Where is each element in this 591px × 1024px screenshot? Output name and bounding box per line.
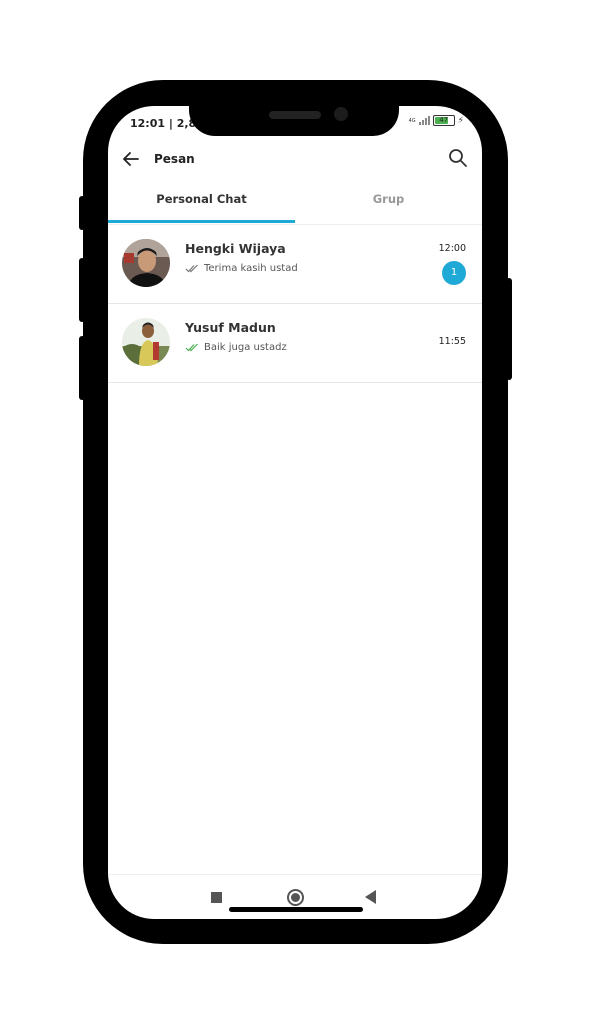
avatar (122, 318, 170, 366)
tab-personal-chat[interactable]: Personal Chat (108, 186, 295, 222)
last-message: Terima kasih ustad (185, 263, 298, 274)
tab-grup[interactable]: Grup (295, 186, 482, 222)
search-icon[interactable] (448, 148, 468, 168)
unread-badge: 1 (442, 261, 466, 285)
message-time: 12:00 (438, 243, 466, 254)
back-arrow-icon[interactable] (122, 150, 140, 168)
double-check-icon (185, 343, 198, 352)
chat-list-item[interactable]: Hengki Wijaya Terima kasih ustad 12:00 1 (108, 225, 482, 304)
chat-list-item[interactable]: Yusuf Madun Baik juga ustadz 11:55 (108, 304, 482, 383)
contact-name: Yusuf Madun (185, 320, 276, 335)
last-message-text: Baik juga ustadz (204, 342, 287, 353)
back-icon[interactable] (365, 890, 376, 904)
signal-icon (418, 116, 430, 125)
contact-name: Hengki Wijaya (185, 241, 286, 256)
phone-notch (189, 100, 399, 136)
speaker-grille (269, 111, 321, 119)
last-message: Baik juga ustadz (185, 342, 287, 353)
navigation-bar (108, 874, 482, 919)
side-button-volume-down (79, 336, 85, 400)
side-button-top (79, 196, 85, 230)
active-tab-indicator (108, 220, 295, 223)
tab-bar: Personal Chat Grup (108, 186, 482, 225)
home-icon[interactable] (287, 889, 304, 906)
side-button-volume-up (79, 258, 85, 322)
page-title: Pesan (154, 152, 195, 166)
recent-apps-icon[interactable] (211, 892, 222, 903)
double-check-icon (185, 264, 198, 273)
last-message-text: Terima kasih ustad (204, 263, 298, 274)
home-indicator[interactable] (229, 907, 363, 912)
status-icons: 4G 47 ⚡ (409, 115, 464, 126)
avatar (122, 239, 170, 287)
battery-icon: 47 (432, 115, 455, 126)
side-button-power (506, 278, 512, 380)
network-type: 4G (408, 117, 416, 124)
phone-screen: 12:01 | 2,8K 4G 47 ⚡ Pesan Personal Chat… (108, 106, 482, 919)
message-time: 11:55 (438, 336, 466, 347)
front-camera (334, 107, 348, 121)
charging-icon: ⚡ (457, 115, 464, 126)
battery-level: 47 (439, 116, 449, 124)
app-header: Pesan (108, 144, 482, 184)
